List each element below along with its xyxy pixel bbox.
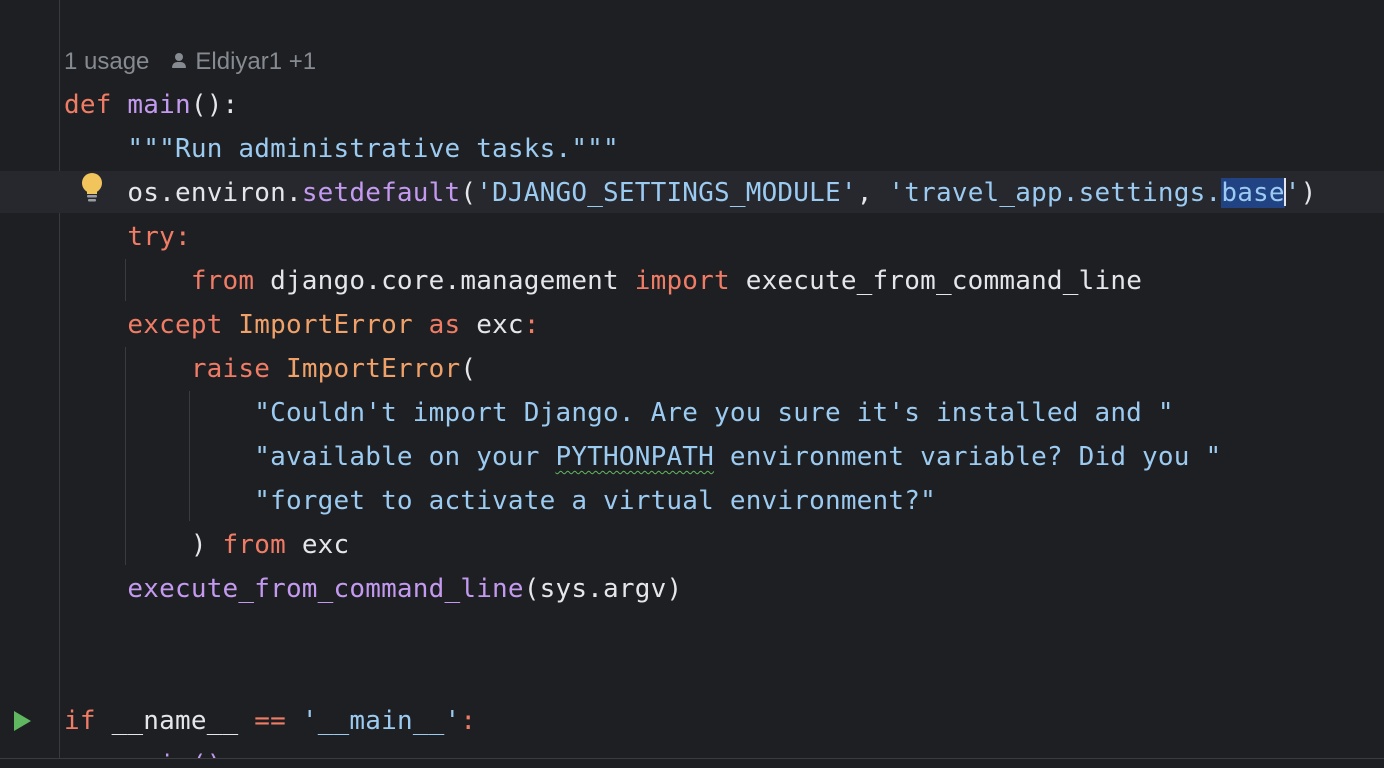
code-line-string-3[interactable]: "forget to activate a virtual environmen…	[64, 479, 936, 523]
string-literal: 'travel_app.settings.	[888, 178, 1222, 208]
punctuation: :	[523, 310, 540, 340]
keyword-from: from	[222, 530, 286, 560]
keyword-as: as	[428, 310, 461, 340]
function-name: main	[127, 90, 191, 120]
docstring: """Run administrative tasks."""	[127, 134, 619, 164]
code-line-execute[interactable]: execute_from_command_line(sys.argv)	[64, 567, 682, 611]
string-literal: "Couldn't import Django. Are you sure it…	[254, 398, 1174, 428]
gutter-separator	[59, 0, 60, 768]
code-line-string-1[interactable]: "Couldn't import Django. Are you sure it…	[64, 391, 1174, 435]
string-literal: '	[1284, 178, 1301, 208]
method-call: setdefault	[301, 178, 461, 208]
punctuation: :	[460, 706, 477, 736]
class-name: ImportError	[285, 354, 461, 384]
author-name: Eldiyar1 +1	[195, 48, 317, 75]
function-call: execute_from_command_line	[127, 574, 524, 604]
punctuation: (	[460, 354, 477, 384]
code-line-except[interactable]: except ImportError as exc:	[64, 303, 540, 347]
keyword-import: import	[634, 266, 730, 296]
usages-link[interactable]: 1 usage	[64, 48, 149, 75]
string-literal: 'DJANGO_SETTINGS_MODULE'	[476, 178, 857, 208]
keyword-from: from	[190, 266, 255, 296]
punctuation: (	[460, 178, 477, 208]
class-name: ImportError	[238, 310, 413, 340]
punctuation: ():	[190, 90, 239, 120]
code-vision-hint[interactable]: 1 usage Eldiyar1 +1	[64, 46, 316, 78]
string-literal: "available on your	[254, 442, 556, 472]
author-hint[interactable]: Eldiyar1 +1	[171, 48, 316, 75]
punctuation: )	[190, 530, 207, 560]
punctuation: ,	[856, 178, 889, 208]
string-literal: environment variable? Did you "	[714, 442, 1222, 472]
selected-text: base	[1221, 178, 1285, 208]
typo-highlight[interactable]: PYTHONPATH	[555, 442, 714, 472]
code-editor[interactable]: 1 usage Eldiyar1 +1 def main(): """Run ad…	[0, 0, 1384, 768]
run-play-icon[interactable]	[12, 710, 32, 732]
code-line-from-exc[interactable]: ) from exc	[64, 523, 349, 567]
code-line-raise[interactable]: raise ImportError(	[64, 347, 476, 391]
keyword-try: try	[127, 222, 175, 252]
operator: ==	[254, 706, 286, 736]
code-line-setdefault[interactable]: os.environ.setdefault('DJANGO_SETTINGS_M…	[64, 171, 1316, 215]
keyword-if: if	[64, 706, 96, 736]
string-literal: '__main__'	[301, 706, 461, 736]
code-line-docstring[interactable]: """Run administrative tasks."""	[64, 127, 619, 171]
punctuation: )	[1300, 178, 1317, 208]
variable-name: exc	[285, 530, 350, 560]
keyword-raise: raise	[190, 354, 271, 384]
string-literal: "forget to activate a virtual environmen…	[254, 486, 936, 516]
imported-name: execute_from_command_line	[729, 266, 1143, 296]
object-ref: os.environ.	[127, 178, 302, 208]
code-line-def-main[interactable]: def main():	[64, 83, 238, 127]
editor-bottom-edge	[0, 758, 1384, 768]
module-name: django.core.management	[254, 266, 635, 296]
keyword-def: def	[64, 90, 112, 120]
person-icon	[171, 52, 187, 70]
keyword-except: except	[127, 310, 223, 340]
variable-name: exc	[460, 310, 524, 340]
code-line-import[interactable]: from django.core.management import execu…	[64, 259, 1142, 303]
code-line-if-main[interactable]: if __name__ == '__main__':	[64, 699, 476, 743]
punctuation: :	[174, 222, 191, 252]
code-line-try[interactable]: try:	[64, 215, 191, 259]
dunder-name: __name__	[95, 706, 255, 736]
call-arguments: (sys.argv)	[523, 574, 683, 604]
code-line-string-2[interactable]: "available on your PYTHONPATH environmen…	[64, 435, 1221, 479]
lightbulb-icon[interactable]	[80, 172, 104, 204]
